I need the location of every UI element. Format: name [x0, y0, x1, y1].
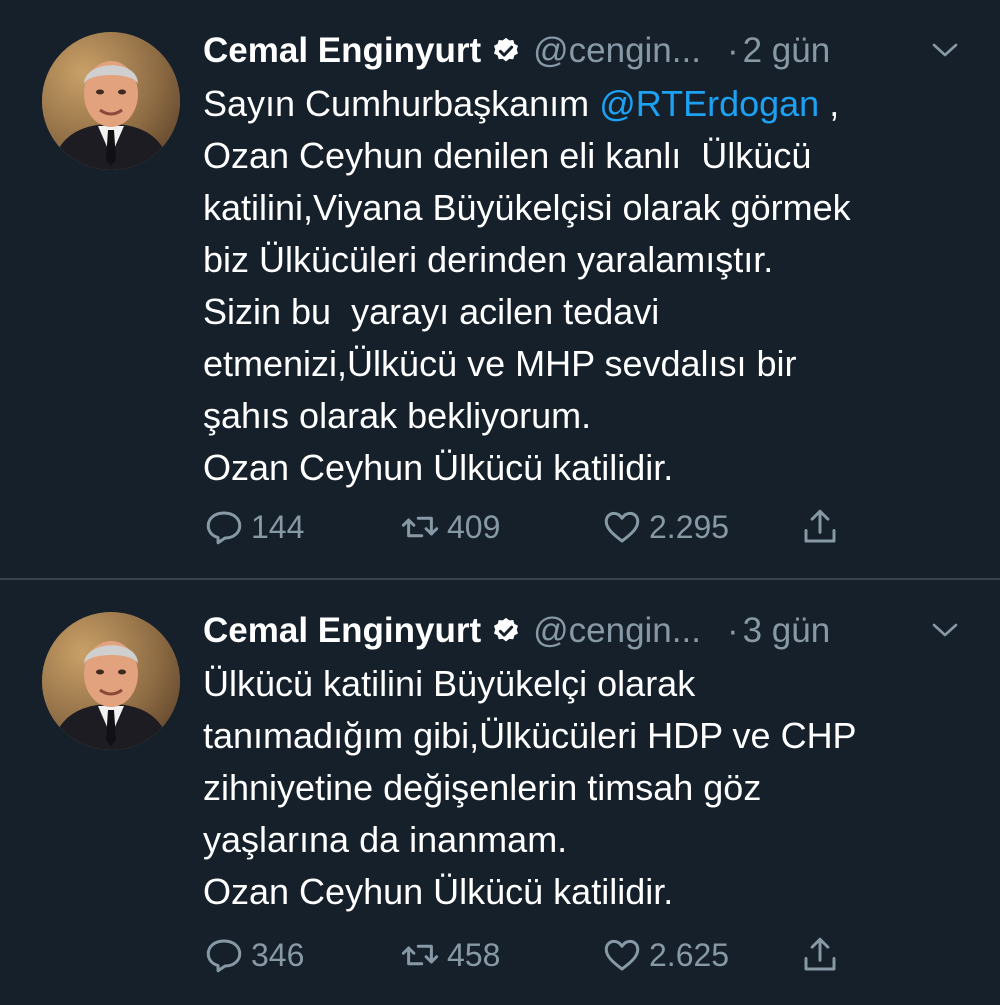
avatar-photo	[42, 612, 180, 750]
share-icon	[804, 509, 836, 543]
timestamp[interactable]: 2 gün	[743, 31, 831, 71]
retweet-button[interactable]: 458	[399, 934, 500, 976]
tweet-text-line: Sizin bu yarayı acilen tedavi	[203, 291, 660, 332]
like-button[interactable]: 2.295	[601, 506, 729, 548]
separator-dot: ·	[726, 31, 739, 70]
tweet-text: Sayın Cumhurbaşkanım @RTErdogan , Ozan C…	[203, 78, 983, 494]
avatar[interactable]	[42, 612, 180, 750]
retweet-count: 458	[447, 936, 501, 973]
share-button[interactable]	[799, 506, 841, 548]
reply-button[interactable]: 346	[203, 934, 304, 976]
share-icon	[804, 937, 836, 971]
tweet-header: Cemal Enginyurt @cengin... · 3 gün	[203, 606, 830, 656]
tweet-text-line: şahıs olarak bekliyorum.	[203, 395, 592, 436]
verified-badge-icon	[491, 616, 521, 646]
tweet-text-line: tanımadığım gibi,Ülkücüleri HDP ve CHP	[203, 715, 857, 756]
reply-icon	[206, 511, 242, 545]
separator-dot: ·	[726, 611, 739, 650]
heart-icon	[604, 511, 640, 543]
timeline: Cemal Enginyurt @cengin... · 2 gün Sayın…	[0, 0, 1000, 1005]
tweet-text-line: Sayın Cumhurbaşkanım @RTErdogan ,	[203, 83, 840, 124]
tweet[interactable]: Cemal Enginyurt @cengin... · 2 gün Sayın…	[0, 0, 1000, 578]
tweet-text-line: biz Ülkücüleri derinden yaralamıştır.	[203, 239, 774, 280]
tweet-actions: 144 409 2.295	[203, 506, 903, 556]
heart-icon	[604, 939, 640, 971]
timestamp[interactable]: 3 gün	[743, 611, 831, 651]
retweet-icon	[401, 944, 439, 966]
tweet-text-line: Ozan Ceyhun Ülkücü katilidir.	[203, 871, 674, 912]
tweet-text: Ülkücü katilini Büyükelçi olarak tanımad…	[203, 658, 983, 918]
tweet[interactable]: Cemal Enginyurt @cengin... · 3 gün Ülküc…	[0, 580, 1000, 1005]
tweet-text-line: Ülkücü katilini Büyükelçi olarak	[203, 663, 696, 704]
author-handle[interactable]: @cengin...	[533, 31, 701, 71]
like-button[interactable]: 2.625	[601, 934, 729, 976]
like-count: 2.295	[649, 508, 730, 545]
like-count: 2.625	[649, 936, 730, 973]
chevron-down-icon[interactable]	[930, 620, 960, 640]
chevron-down-icon[interactable]	[930, 40, 960, 60]
tweet-text-line: Ozan Ceyhun Ülkücü katilidir.	[203, 447, 674, 488]
author-handle[interactable]: @cengin...	[533, 611, 701, 651]
tweet-text-line: katilini,Viyana Büyükelçisi olarak görme…	[203, 187, 851, 228]
tweet-actions: 346 458 2.625	[203, 934, 903, 984]
reply-button[interactable]: 144	[203, 506, 304, 548]
tweet-text-line: etmenizi,Ülkücü ve MHP sevdalısı bir	[203, 343, 797, 384]
verified-badge-icon	[491, 36, 521, 66]
avatar-photo	[42, 32, 180, 170]
reply-count: 346	[251, 936, 305, 973]
author-name[interactable]: Cemal Enginyurt	[203, 611, 481, 651]
mention-link[interactable]: @RTErdogan	[599, 83, 819, 124]
avatar[interactable]	[42, 32, 180, 170]
tweet-header: Cemal Enginyurt @cengin... · 2 gün	[203, 26, 830, 76]
tweet-text-line: Ozan Ceyhun denilen eli kanlı Ülkücü	[203, 135, 812, 176]
tweet-text-line: zihniyetine değişenlerin timsah göz	[203, 767, 762, 808]
share-button[interactable]	[799, 934, 841, 976]
tweet-text-line: yaşlarına da inanmam.	[203, 819, 568, 860]
retweet-button[interactable]: 409	[399, 506, 500, 548]
retweet-count: 409	[447, 508, 501, 545]
reply-count: 144	[251, 508, 305, 545]
author-name[interactable]: Cemal Enginyurt	[203, 31, 481, 71]
retweet-icon	[401, 516, 439, 538]
reply-icon	[206, 939, 242, 973]
